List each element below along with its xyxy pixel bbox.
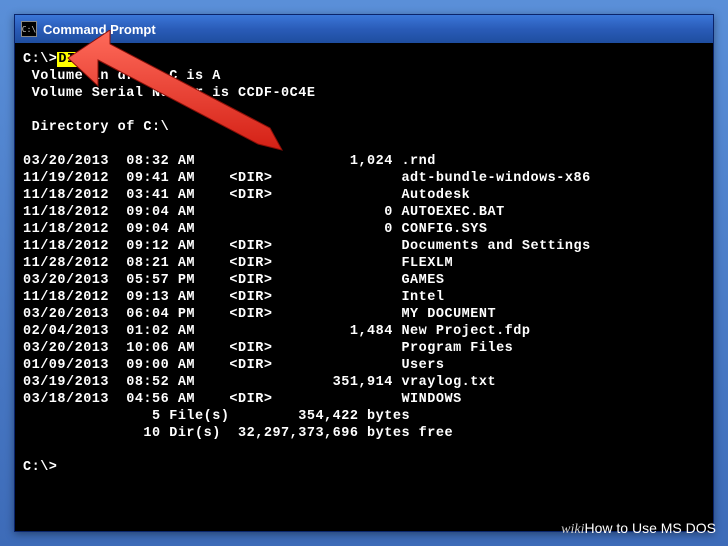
titlebar[interactable]: C:\ Command Prompt: [15, 15, 713, 43]
window-title: Command Prompt: [43, 22, 156, 37]
terminal-output[interactable]: C:\>DIR Volume in drive C is A Volume Se…: [15, 43, 713, 484]
cmd-icon: C:\: [21, 21, 37, 37]
command-prompt-window: C:\ Command Prompt C:\>DIR Volume in dri…: [14, 14, 714, 532]
watermark-wiki: wiki: [561, 522, 584, 537]
summary-dirs: 10 Dir(s) 32,297,373,696 bytes free: [23, 426, 453, 441]
watermark-text: How to Use MS DOS: [585, 520, 716, 536]
volume-line1: Volume in drive C is A: [23, 69, 221, 84]
volume-line2: Volume Serial Number is CCDF-0C4E: [23, 86, 315, 101]
prompt-prefix: C:\>: [23, 52, 57, 67]
watermark: wikiHow to Use MS DOS: [561, 520, 716, 538]
directory-header: Directory of C:\: [23, 120, 169, 135]
summary-files: 5 File(s) 354,422 bytes: [23, 409, 410, 424]
entered-command: DIR: [57, 52, 85, 67]
end-prompt[interactable]: C:\>: [23, 460, 57, 475]
